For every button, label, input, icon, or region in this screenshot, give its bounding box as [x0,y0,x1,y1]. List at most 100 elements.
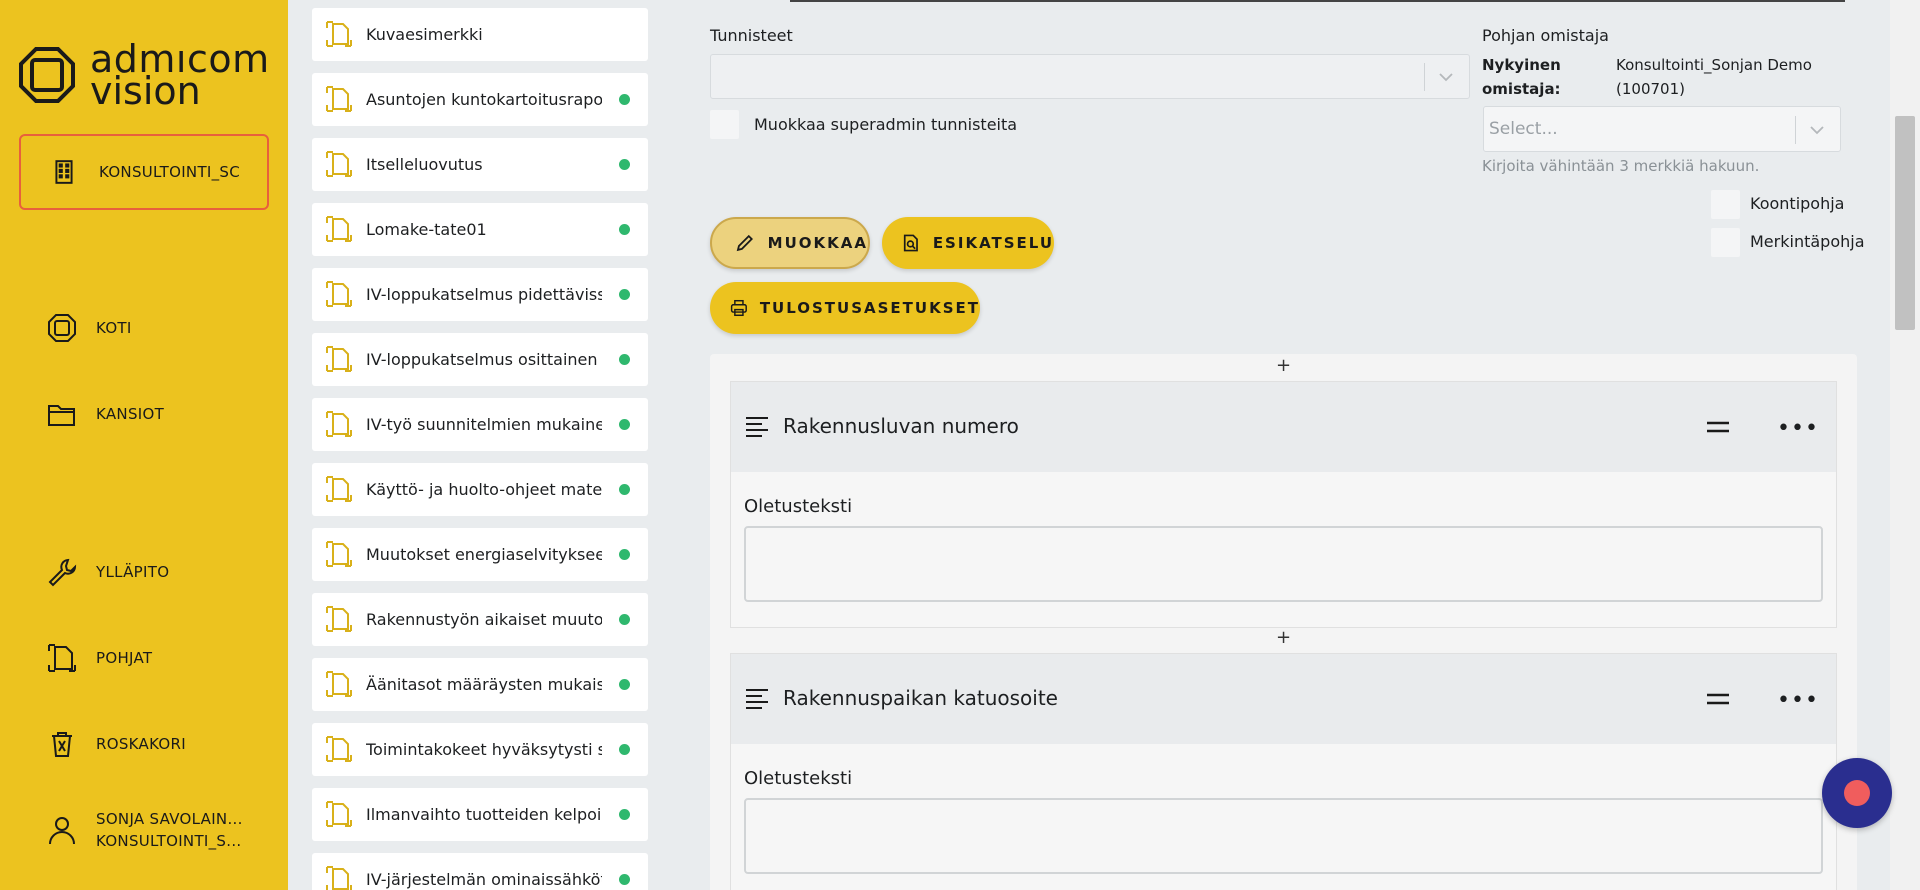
template-name: Käyttö- ja huolto-ohjeet materia [366,480,602,499]
template-list-item[interactable]: Lomake-tate01 [312,203,648,256]
owner-select-separator [1795,116,1796,144]
template-list-item[interactable]: Toimintakokeet hyväksytysti suo [312,723,648,776]
active-status-dot [619,614,630,625]
field-header: Rakennusluvan numero ••• [731,382,1836,472]
merkintapohja-label: Merkintäpohja [1750,232,1865,251]
template-list-item[interactable]: Ilmanvaihto tuotteiden kelpoisuu [312,788,648,841]
owner-select-placeholder: Select... [1489,119,1558,139]
template-name: IV-työ suunnitelmien mukainen j [366,415,602,434]
superadmin-tags-label: Muokkaa superadmin tunnisteita [754,115,1018,134]
current-owner-label-2: omistaja: [1482,80,1561,98]
superadmin-tags-checkbox[interactable] [710,110,739,139]
default-text-input[interactable] [744,526,1823,602]
current-owner-value-1: Konsultointi_Sonjan Demo [1616,56,1812,74]
nav-maintenance-label: YLLÄPITO [96,563,170,581]
template-icon [326,801,352,827]
active-status-dot [619,679,630,690]
chevron-down-icon[interactable] [1437,68,1455,86]
nav-trash[interactable]: ROSKAKORI [46,728,186,760]
template-icon [326,671,352,697]
template-name: Rakennustyön aikaiset muutoks [366,610,602,629]
user-name: SONJA SAVOLAIN... [96,810,243,828]
drag-handle-icon[interactable] [1706,418,1730,436]
logo-icon [19,47,75,103]
owner-select[interactable]: Select... [1483,106,1841,152]
template-list-item[interactable]: IV-loppukatselmus pidettävissä [312,268,648,321]
field-header: Rakennuspaikan katuosoite ••• [731,654,1836,744]
active-status-dot [619,484,630,495]
template-icon [326,281,352,307]
edit-button[interactable]: MUOKKAA [710,217,870,269]
field-body: Oletusteksti [731,472,1836,627]
active-status-dot [619,224,630,235]
default-text-input[interactable] [744,798,1823,874]
chevron-down-icon[interactable] [1808,121,1826,139]
tags-select[interactable] [710,54,1470,99]
more-options-icon[interactable]: ••• [1777,416,1819,441]
edit-button-label: MUOKKAA [767,234,868,252]
template-icon [326,736,352,762]
nav-templates[interactable]: POHJAT [46,642,152,674]
printer-icon [730,299,747,317]
nav-home-label: KOTI [96,319,132,337]
merkintapohja-checkbox[interactable] [1711,228,1740,257]
drag-handle-icon[interactable] [1706,690,1730,708]
active-status-dot [619,159,630,170]
current-owner-label-1: Nykyinen [1482,56,1561,74]
active-status-dot [619,289,630,300]
template-list-item[interactable]: IV-loppukatselmus osittainen (ka [312,333,648,386]
add-field-button[interactable]: + [1276,355,1291,376]
koontipohja-checkbox[interactable] [1711,190,1740,219]
nav-templates-label: POHJAT [96,649,153,667]
nav-maintenance[interactable]: YLLÄPITO [46,556,169,588]
template-list-item[interactable]: Käyttö- ja huolto-ohjeet materia [312,463,648,516]
template-list: Kuvaesimerkki Asuntojen kuntokartoitusrap… [312,8,648,890]
template-icon [326,411,352,437]
field-title: Rakennusluvan numero [783,414,1019,438]
logo-text: admıcom vision [90,40,270,110]
preview-button[interactable]: ESIKATSELU [882,217,1054,269]
template-list-item[interactable]: Rakennustyön aikaiset muutoks [312,593,648,646]
pencil-icon [736,234,753,252]
organization-selector[interactable]: KONSULTOINTI_SC [19,134,269,210]
active-status-dot [619,874,630,885]
preview-icon [903,234,918,252]
nav-folders[interactable]: KANSIOT [46,398,164,430]
chat-widget-button[interactable] [1822,758,1892,828]
template-list-item[interactable]: IV-työ suunnitelmien mukainen j [312,398,648,451]
template-name: IV-loppukatselmus osittainen (ka [366,350,602,369]
template-name: Muutokset energiaselvitykseen [366,545,602,564]
page-scrollbar[interactable] [1890,0,1920,890]
user-icon [49,817,75,845]
template-icon [326,606,352,632]
active-status-dot [619,744,630,755]
nav-home[interactable]: KOTI [46,312,132,344]
user-menu[interactable]: SONJA SAVOLAIN... KONSULTOINTI_S... [46,808,243,852]
template-list-item[interactable]: Itselleluovutus [312,138,648,191]
add-field-button[interactable]: + [1276,627,1291,648]
chat-indicator-icon [1844,780,1870,806]
template-list-item[interactable]: Äänitasot määräysten mukaiset [312,658,648,711]
preview-button-label: ESIKATSELU [932,234,1054,252]
active-status-dot [619,419,630,430]
template-icon [326,346,352,372]
user-text: SONJA SAVOLAIN... KONSULTOINTI_S... [96,808,243,852]
template-name: Kuvaesimerkki [366,25,483,44]
field-body: Oletusteksti [731,744,1836,890]
owner-hint: Kirjoita vähintään 3 merkkiä hakuun. [1482,157,1760,175]
nav-trash-label: ROSKAKORI [96,735,186,753]
template-list-item[interactable]: Asuntojen kuntokartoitusraportti [312,73,648,126]
top-divider [790,0,1845,2]
more-options-icon[interactable]: ••• [1777,688,1819,713]
print-settings-button[interactable]: TULOSTUSASETUKSET [710,282,980,334]
scrollbar-thumb[interactable] [1895,116,1915,330]
template-name: IV-loppukatselmus pidettävissä [366,285,602,304]
template-list-item[interactable]: Kuvaesimerkki [312,8,648,61]
print-settings-button-label: TULOSTUSASETUKSET [759,299,980,317]
template-name: Itselleluovutus [366,155,483,174]
template-icon [326,21,352,47]
sidebar: admıcom vision KONSULTOINTI_SC KOTI KANS… [0,0,288,890]
admicom-logo[interactable]: admıcom vision [18,40,270,110]
template-list-item[interactable]: Muutokset energiaselvitykseen [312,528,648,581]
template-list-item[interactable]: IV-järjestelmän ominaissähköteh [312,853,648,890]
